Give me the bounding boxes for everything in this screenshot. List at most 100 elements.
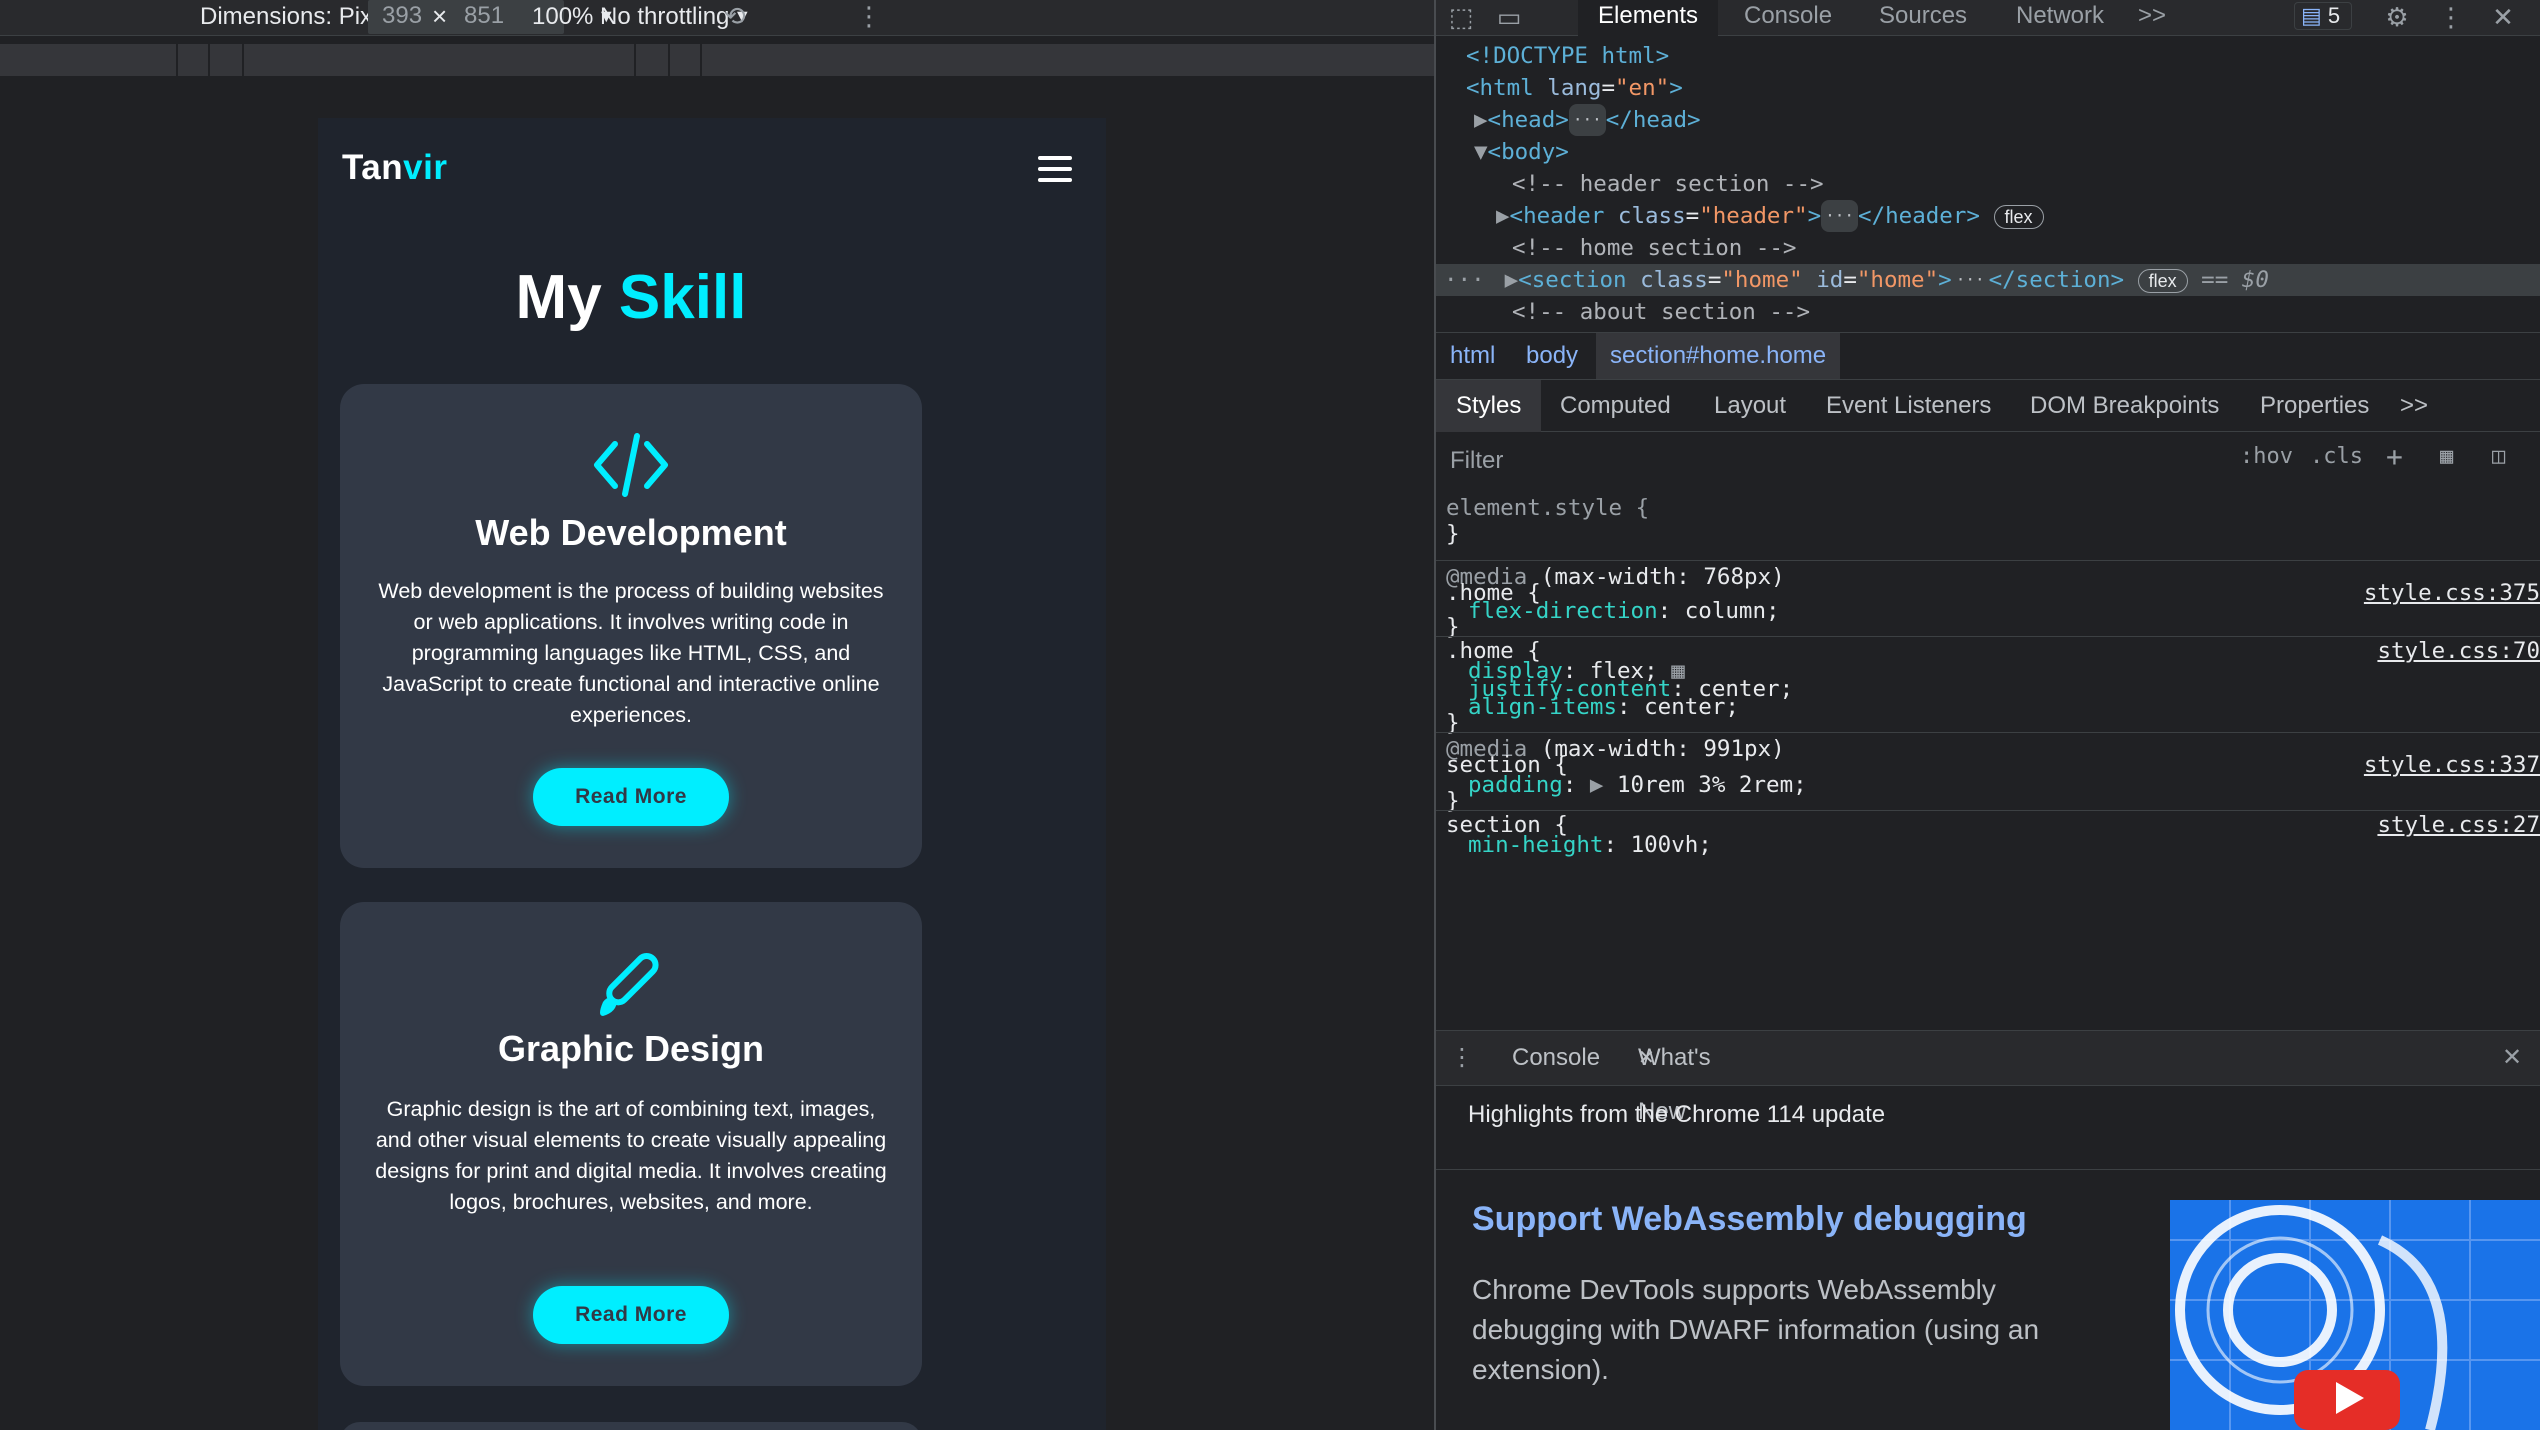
logo-accent: vir — [403, 148, 448, 187]
expand-arrow-icon[interactable]: ▶ — [1590, 772, 1604, 798]
expand-arrow-icon[interactable]: ▶ — [1496, 203, 1510, 229]
attr-name: id — [1816, 267, 1844, 293]
breadcrumb-item[interactable]: body — [1526, 333, 1578, 379]
css-property[interactable]: flex-direction — [1468, 598, 1658, 624]
read-more-button[interactable]: Read More — [533, 1286, 729, 1344]
paint-roller-icon[interactable]: ▦ — [2440, 444, 2453, 469]
flex-badge[interactable]: flex — [1993, 205, 2044, 229]
whats-new-title[interactable]: Support WebAssembly debugging — [1472, 1200, 2027, 1239]
source-link[interactable]: style.css:375 — [2364, 579, 2540, 607]
css-property[interactable]: padding — [1468, 772, 1563, 798]
tab-layout[interactable]: Layout — [1714, 380, 1786, 432]
ellipsis-icon[interactable]: ··· — [1568, 104, 1606, 136]
read-more-button[interactable]: Read More — [533, 768, 729, 826]
tag-text: </header> — [1858, 203, 1980, 229]
styles-filter-row: Filter :hov .cls + ▦ ◫ — [1436, 436, 2540, 488]
css-value[interactable]: 100vh; — [1631, 832, 1712, 858]
doctype-text: <!DOCTYPE html> — [1466, 43, 1670, 69]
site-logo[interactable]: Tanvir — [342, 148, 447, 188]
css-value[interactable]: column; — [1685, 598, 1780, 624]
tab-elements[interactable]: Elements — [1578, 0, 1719, 36]
times-sign: × — [432, 1, 448, 31]
tab-console[interactable]: Console — [1512, 1031, 1600, 1085]
collapse-arrow-icon[interactable]: ▼ — [1474, 139, 1488, 165]
style-rule[interactable]: section { style.css:27 min-height: 100vh… — [1436, 810, 2540, 870]
expand-arrow-icon[interactable]: ▶ — [1505, 267, 1519, 293]
heading-accent: Skill — [618, 263, 747, 332]
style-rule[interactable]: element.style { } — [1436, 492, 2540, 560]
tab-dom-breakpoints[interactable]: DOM Breakpoints — [2030, 380, 2219, 432]
tab-computed[interactable]: Computed — [1560, 380, 1671, 432]
devtools-tabbar: ⬚ ▭ Elements Console Sources Network >> … — [1436, 0, 2540, 36]
ellipsis-icon[interactable]: ··· — [1951, 264, 1989, 296]
more-icon[interactable]: ··· — [1444, 267, 1485, 293]
css-value[interactable]: center; — [1644, 694, 1739, 720]
sidebar-toggle-icon[interactable]: ◫ — [2492, 444, 2505, 469]
tab-console[interactable]: Console — [1744, 0, 1832, 36]
ellipsis-icon[interactable]: ··· — [1821, 200, 1859, 232]
issues-badge[interactable]: ▤ 5 — [2294, 2, 2352, 30]
tab-sources[interactable]: Sources — [1879, 0, 1967, 36]
dom-comment[interactable]: <!-- header section --> — [1436, 168, 2540, 200]
hamburger-menu-icon[interactable] — [1038, 156, 1072, 182]
tab-event-listeners[interactable]: Event Listeners — [1826, 380, 1991, 432]
css-value[interactable]: 10rem 3% 2rem; — [1617, 772, 1807, 798]
css-property[interactable]: min-height — [1468, 832, 1603, 858]
dom-node[interactable]: ▼<body> — [1436, 136, 2540, 168]
source-link[interactable]: style.css:27 — [2377, 811, 2540, 839]
more-tabs-icon[interactable]: >> — [2400, 380, 2428, 432]
close-drawer-icon[interactable]: ✕ — [2502, 1031, 2522, 1085]
breadcrumb-item[interactable]: html — [1450, 333, 1495, 379]
style-rule[interactable]: @media (max-width: 991px) section { styl… — [1436, 732, 2540, 814]
tag-text: <header — [1509, 203, 1605, 229]
dom-node[interactable]: ▶<header class="header"> ··· </header> fle… — [1436, 200, 2540, 232]
dom-node[interactable]: <!DOCTYPE html> — [1436, 40, 2540, 72]
styles-filter-input[interactable]: Filter — [1444, 440, 2212, 482]
new-rule-icon[interactable]: + — [2386, 440, 2403, 473]
style-rule[interactable]: @media (max-width: 768px) .home { style.… — [1436, 560, 2540, 640]
tag-text: </head> — [1605, 107, 1701, 133]
hov-toggle[interactable]: :hov — [2240, 444, 2293, 469]
device-toolbar-icon[interactable]: ▭ — [1494, 2, 1524, 32]
tag-text: <html — [1466, 75, 1534, 101]
inspect-element-icon[interactable]: ⬚ — [1446, 2, 1476, 32]
dom-node-selected[interactable]: ··· ▶<section class="home" id="home"> ··· <… — [1436, 264, 2540, 296]
more-options-icon[interactable]: ⋮ — [856, 0, 882, 36]
paint-brush-icon — [340, 946, 922, 1026]
more-tabs-icon[interactable]: >> — [2138, 0, 2166, 36]
style-rule[interactable]: .home { style.css:70 display: flex; ▦ ju… — [1436, 636, 2540, 736]
dom-comment[interactable]: <!-- about section --> — [1436, 296, 2540, 328]
elements-subtabs: Styles Computed Layout Event Listeners D… — [1436, 380, 2540, 432]
css-property[interactable]: align-items — [1468, 694, 1617, 720]
breadcrumb-item-current[interactable]: section#home.home — [1596, 333, 1841, 379]
settings-gear-icon[interactable]: ⚙ — [2382, 2, 2412, 32]
source-link[interactable]: style.css:337 — [2364, 751, 2540, 779]
tab-properties[interactable]: Properties — [2260, 380, 2369, 432]
tab-network[interactable]: Network — [2016, 0, 2104, 36]
dom-node[interactable]: ▶<head> ··· </head> — [1436, 104, 2540, 136]
source-link[interactable]: style.css:70 — [2377, 637, 2540, 665]
highlights-header: Highlights from the Chrome 114 update — [1436, 1086, 2540, 1170]
zoom-label: 100% — [532, 3, 594, 30]
close-icon[interactable]: ✕ — [2488, 2, 2518, 32]
rotate-icon[interactable]: ⟲ — [724, 0, 746, 36]
dom-comment[interactable]: <!-- home section --> — [1436, 232, 2540, 264]
drawer-tabbar: ⋮ Console What's New ✕ ✕ — [1436, 1030, 2540, 1125]
emulated-viewport: Tanvir My Skill Web Development Web deve… — [318, 118, 1106, 1430]
devtools-drawer: ⋮ Console What's New ✕ ✕ Highlights from… — [1436, 1030, 2540, 1430]
device-emulation-pane: Dimensions: Pixel 5▼ 393 × 851 100%▼ No … — [0, 0, 1434, 1430]
close-tab-icon[interactable]: ✕ — [1638, 1031, 1655, 1085]
tag-text: <body> — [1487, 139, 1569, 165]
tag-text: </section> — [1988, 267, 2125, 293]
more-options-icon[interactable]: ⋮ — [2436, 2, 2466, 32]
devtools-panel: ⬚ ▭ Elements Console Sources Network >> … — [1436, 0, 2540, 1430]
expand-arrow-icon[interactable]: ▶ — [1474, 107, 1488, 133]
tab-styles[interactable]: Styles — [1436, 380, 1542, 432]
media-query-ruler[interactable] — [0, 44, 1434, 76]
video-thumbnail[interactable] — [2170, 1200, 2540, 1430]
drawer-menu-icon[interactable]: ⋮ — [1450, 1031, 1474, 1085]
tag-text: <head> — [1487, 107, 1569, 133]
flex-badge[interactable]: flex — [2137, 269, 2188, 293]
dom-node[interactable]: <html lang="en"> — [1436, 72, 2540, 104]
cls-toggle[interactable]: .cls — [2310, 444, 2363, 469]
